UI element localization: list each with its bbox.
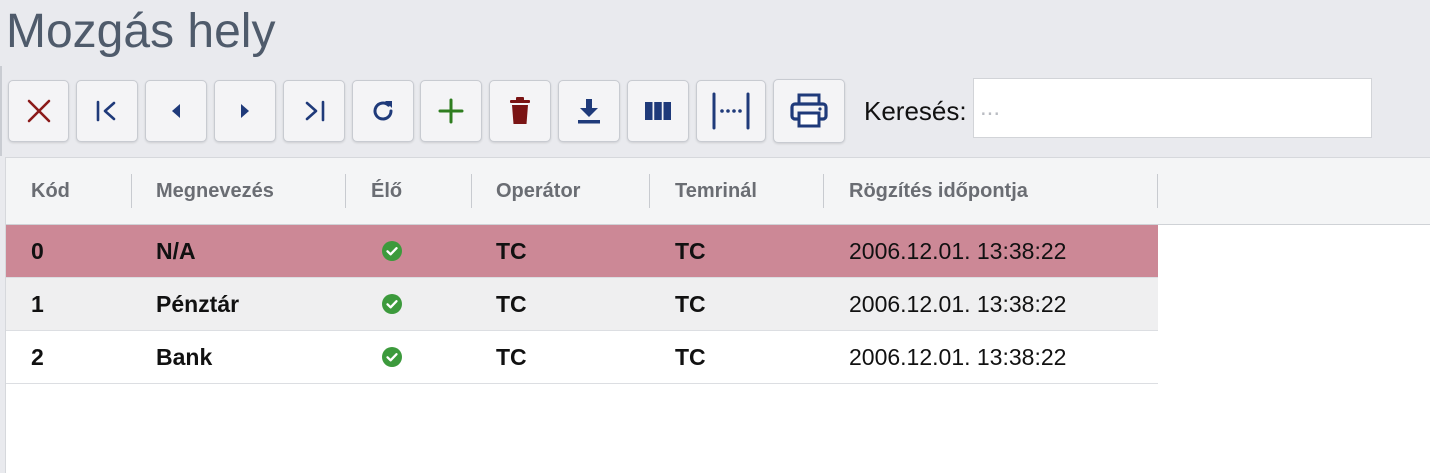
previous-record-button[interactable] bbox=[145, 80, 207, 142]
data-grid: Kód Megnevezés Élő Operátor Temrinál Rög… bbox=[5, 157, 1430, 473]
caret-right-icon bbox=[238, 102, 252, 120]
columns-button[interactable] bbox=[627, 80, 689, 142]
column-header-elo[interactable]: Élő bbox=[371, 158, 402, 224]
cell-operator: TC bbox=[496, 238, 527, 264]
cell-megnevezes: Bank bbox=[156, 344, 213, 370]
download-button[interactable] bbox=[558, 80, 620, 142]
cell-rogzites: 2006.12.01. 13:38:22 bbox=[849, 344, 1067, 370]
first-icon bbox=[94, 100, 120, 122]
column-resize-handle[interactable] bbox=[471, 174, 472, 208]
add-button[interactable] bbox=[420, 80, 482, 142]
cell-operator: TC bbox=[496, 291, 527, 317]
cell-megnevezes: N/A bbox=[156, 238, 196, 264]
cell-operator: TC bbox=[496, 344, 527, 370]
close-icon bbox=[26, 98, 52, 124]
first-record-button[interactable] bbox=[76, 80, 138, 142]
columns-icon bbox=[644, 101, 672, 121]
check-circle-icon bbox=[382, 241, 402, 261]
last-record-button[interactable] bbox=[283, 80, 345, 142]
column-header-terminal[interactable]: Temrinál bbox=[675, 158, 757, 224]
cell-terminal: TC bbox=[675, 238, 706, 264]
toolbar-divider bbox=[0, 66, 2, 156]
page-title: Mozgás hely bbox=[6, 5, 276, 58]
delete-button[interactable] bbox=[489, 80, 551, 142]
grid-header: Kód Megnevezés Élő Operátor Temrinál Rög… bbox=[6, 158, 1430, 225]
table-row[interactable]: 0 N/A TC TC 2006.12.01. 13:38:22 bbox=[6, 225, 1158, 278]
close-button[interactable] bbox=[8, 80, 69, 142]
last-icon bbox=[301, 100, 327, 122]
search-input[interactable] bbox=[973, 78, 1372, 138]
cell-kod: 2 bbox=[31, 344, 44, 370]
column-resize-handle[interactable] bbox=[131, 174, 132, 208]
column-resize-handle[interactable] bbox=[823, 174, 824, 208]
column-resize-handle[interactable] bbox=[649, 174, 650, 208]
refresh-icon bbox=[369, 97, 397, 125]
table-row[interactable]: 1 Pénztár TC TC 2006.12.01. 13:38:22 bbox=[6, 278, 1158, 331]
column-resize-handle[interactable] bbox=[345, 174, 346, 208]
cell-terminal: TC bbox=[675, 291, 706, 317]
table-row[interactable]: 2 Bank TC TC 2006.12.01. 13:38:22 bbox=[6, 331, 1158, 384]
cell-terminal: TC bbox=[675, 344, 706, 370]
download-icon bbox=[576, 97, 602, 125]
print-icon bbox=[789, 93, 829, 129]
search-label: Keresés: bbox=[864, 96, 967, 126]
column-header-rogzites[interactable]: Rögzítés időpontja bbox=[849, 158, 1028, 224]
check-circle-icon bbox=[382, 347, 402, 367]
fit-columns-button[interactable] bbox=[696, 80, 766, 142]
cell-kod: 0 bbox=[31, 238, 44, 264]
column-header-operator[interactable]: Operátor bbox=[496, 158, 580, 224]
cell-megnevezes: Pénztár bbox=[156, 291, 240, 317]
cell-rogzites: 2006.12.01. 13:38:22 bbox=[849, 291, 1067, 317]
cell-rogzites: 2006.12.01. 13:38:22 bbox=[849, 238, 1067, 264]
caret-left-icon bbox=[169, 102, 183, 120]
cell-kod: 1 bbox=[31, 291, 44, 317]
check-circle-icon bbox=[382, 294, 402, 314]
refresh-button[interactable] bbox=[352, 80, 414, 142]
column-header-kod[interactable]: Kód bbox=[31, 158, 70, 224]
column-header-megnevezes[interactable]: Megnevezés bbox=[156, 158, 274, 224]
column-resize-handle[interactable] bbox=[1157, 174, 1158, 208]
next-record-button[interactable] bbox=[214, 80, 276, 142]
fit-width-icon bbox=[711, 92, 751, 130]
trash-icon bbox=[508, 96, 532, 126]
toolbar: Keresés: bbox=[0, 66, 1430, 156]
print-button[interactable] bbox=[773, 79, 845, 143]
plus-icon bbox=[438, 98, 464, 124]
